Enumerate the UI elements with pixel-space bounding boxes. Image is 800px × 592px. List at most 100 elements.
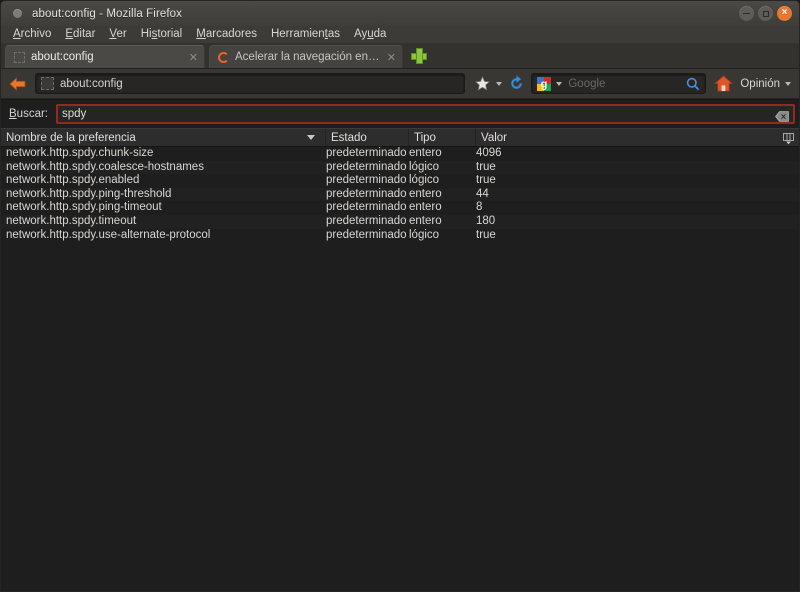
tab-label: about:config [31,51,94,63]
tab-close-icon[interactable]: ✕ [189,51,198,64]
preference-type: entero [409,147,442,159]
new-tab-button[interactable] [409,46,429,66]
search-box[interactable]: g Google [531,73,707,94]
preference-name: network.http.spdy.use-alternate-protocol [6,228,211,241]
search-input[interactable]: Google [568,78,685,90]
menu-historial[interactable]: Historial [134,26,190,43]
minimize-button[interactable] [739,6,754,21]
star-icon [475,76,490,91]
column-header-name-label: Nombre de la preferencia [6,131,136,144]
preference-type: entero [409,201,442,214]
preference-value: true [476,160,496,173]
feedback-button[interactable]: Opinión [740,78,793,90]
back-arrow-icon [9,76,26,91]
table-row[interactable]: network.http.spdy.use-alternate-protocol… [1,228,799,243]
page-favicon-icon [41,77,54,90]
preference-value: 4096 [476,147,502,159]
preference-type: lógico [409,174,440,187]
bookmark-dropdown-icon[interactable] [496,81,503,86]
preference-value: 8 [476,201,483,214]
svg-text:g: g [541,78,548,90]
reload-button[interactable] [505,73,527,95]
preference-value: true [476,174,496,187]
column-header-name[interactable]: Nombre de la preferencia [1,129,326,146]
table-row[interactable]: network.http.spdy.coalesce-hostnames pred… [1,160,799,175]
table-row[interactable]: network.http.spdy.ping-timeout predetermi… [1,201,799,215]
preference-value: true [476,228,496,241]
menu-archivo[interactable]: Archivo [6,26,58,43]
preference-status: predeterminado [326,160,407,173]
preference-type: entero [409,187,442,200]
column-header-status[interactable]: Estado [326,129,409,146]
menu-ayuda[interactable]: Ayuda [347,26,393,43]
magnifier-icon [687,77,700,90]
reload-icon [510,75,522,89]
tab-about-config[interactable]: about:config ✕ [5,45,205,68]
preference-name: network.http.spdy.ping-timeout [6,201,162,214]
table-row[interactable]: network.http.spdy.enabled predeterminado l… [1,174,799,188]
column-header-status-label: Estado [331,131,367,144]
filter-label: Buscar: [9,108,48,120]
search-engine-dropdown-icon[interactable] [556,81,563,86]
search-submit-button[interactable] [685,76,701,92]
firefox-window: about:config - Mozilla Firefox × Archivo… [0,0,800,592]
menu-ver[interactable]: Ver [102,26,133,43]
window-title: about:config - Mozilla Firefox [32,7,183,20]
preference-type: lógico [409,228,440,241]
preference-type: entero [409,214,442,227]
about-config-page: Buscar: spdy Nombre de la preferencia Es… [1,99,799,591]
sort-descending-icon[interactable] [307,135,315,140]
preference-type: lógico [409,160,440,173]
preference-name: network.http.spdy.ping-threshold [6,187,172,200]
column-header-value-label: Valor [481,131,507,144]
column-header-value[interactable]: Valor [476,129,799,146]
titlebar: about:config - Mozilla Firefox × [1,1,799,26]
filter-value: spdy [62,108,87,120]
tab-strip: about:config ✕ Acelerar la navegación en… [1,43,799,69]
home-icon [713,75,733,92]
table-header-row: Nombre de la preferencia Estado Tipo Val… [1,128,799,147]
back-button[interactable] [7,73,29,95]
table-row[interactable]: network.http.spdy.timeout predeterminado e… [1,214,799,229]
preference-name: network.http.spdy.chunk-size [6,147,154,159]
loading-spinner-icon [218,51,229,63]
menu-editar[interactable]: Editar [58,26,102,43]
maximize-button[interactable] [758,6,773,21]
preference-status: predeterminado [326,201,407,214]
preference-value: 180 [476,214,496,227]
google-logo-icon[interactable]: g [536,76,552,92]
preference-name: network.http.spdy.timeout [6,214,137,227]
feedback-label: Opinión [740,77,780,90]
preference-name: network.http.spdy.coalesce-hostnames [6,160,204,173]
tab-close-icon[interactable]: ✕ [387,51,396,64]
column-header-type[interactable]: Tipo [409,129,476,146]
preference-status: predeterminado [326,147,407,159]
bookmark-star-button[interactable] [471,73,493,95]
tab-label: Acelerar la navegación en Mozill… [235,51,382,63]
table-row[interactable]: network.http.spdy.ping-threshold predeter… [1,187,799,202]
menubar: Archivo Editar Ver Historial Marcadores … [1,26,799,43]
preference-status: predeterminado [326,187,407,200]
preference-value: 44 [476,187,489,200]
menu-marcadores[interactable]: Marcadores [189,26,264,43]
toolbar-icons [471,73,527,95]
close-button[interactable]: × [777,6,792,21]
url-bar[interactable]: about:config [35,73,466,94]
maximize-icon [762,10,769,17]
column-picker-button[interactable] [782,132,795,145]
preferences-table: Nombre de la preferencia Estado Tipo Val… [1,128,799,591]
table-body: network.http.spdy.chunk-size predetermina… [1,147,799,591]
filter-row: Buscar: spdy [1,100,799,128]
menu-herramientas[interactable]: Herramientas [264,26,347,43]
minimize-icon [743,12,750,15]
filter-input[interactable]: spdy [56,104,795,124]
clear-filter-icon[interactable] [775,109,789,122]
preference-status: predeterminado [326,228,407,241]
home-button[interactable] [712,73,734,95]
preference-name: network.http.spdy.enabled [6,174,140,187]
url-text: about:config [60,77,123,90]
table-row[interactable]: network.http.spdy.chunk-size predetermina… [1,147,799,161]
blank-favicon-icon [14,51,25,63]
navigation-toolbar: about:config g Google Opinión [1,69,799,99]
tab-acelerar-navegacion[interactable]: Acelerar la navegación en Mozill… ✕ [209,45,403,68]
